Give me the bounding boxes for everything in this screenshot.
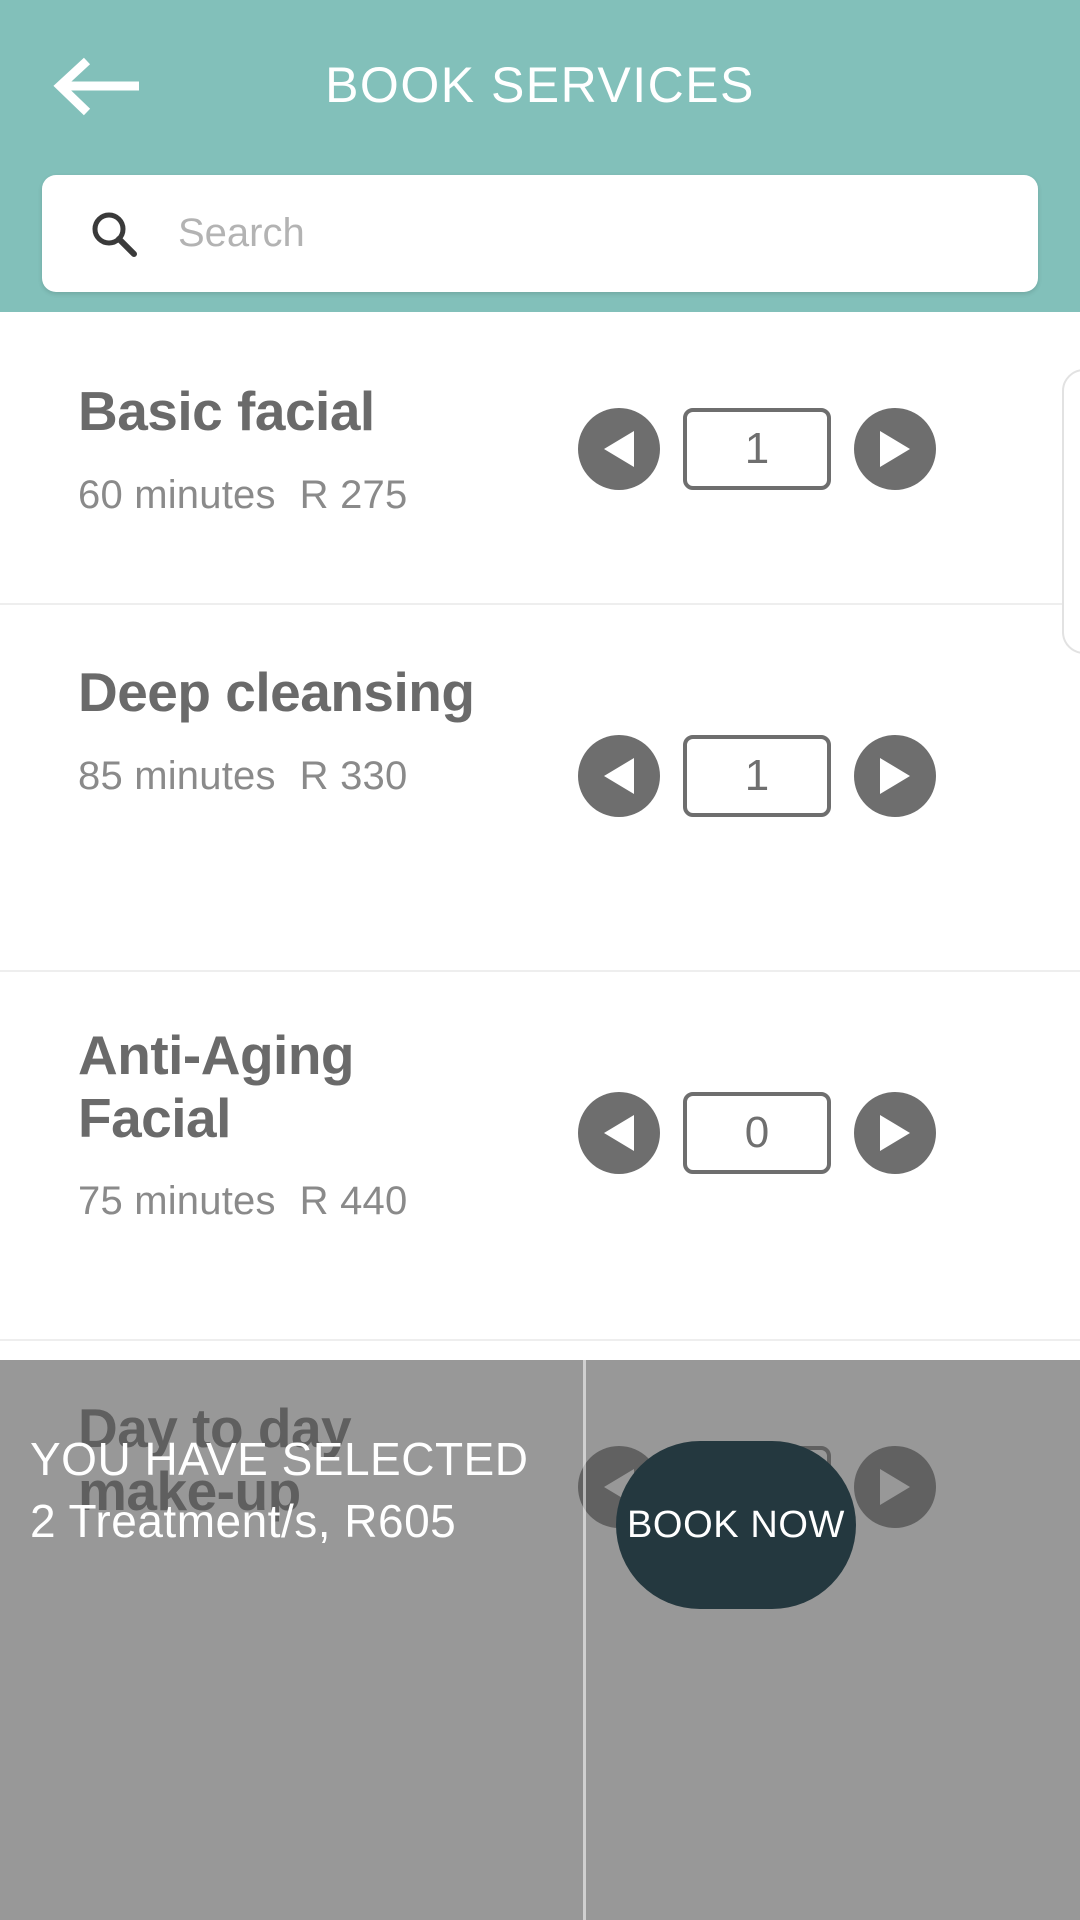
service-price: R 440 xyxy=(299,1179,408,1224)
bottom-bar-divider xyxy=(583,1360,586,1920)
quantity-stepper: 1 xyxy=(578,735,936,817)
triangle-right-icon xyxy=(878,1113,912,1153)
next-page-card-edge[interactable] xyxy=(1062,369,1080,654)
service-duration: 75 minutes xyxy=(78,1179,276,1224)
search-bar[interactable] xyxy=(42,175,1038,292)
service-info: Basic facial 60 minutes R 275 xyxy=(78,380,508,518)
triangle-left-icon xyxy=(602,429,636,469)
increment-button[interactable] xyxy=(854,408,936,490)
quantity-value[interactable]: 1 xyxy=(683,735,831,817)
triangle-left-icon xyxy=(602,756,636,796)
selection-summary-bar: YOU HAVE SELECTED 2 Treatment/s, R605 BO… xyxy=(0,1360,1080,1920)
quantity-stepper: 0 xyxy=(578,1092,936,1174)
decrement-button[interactable] xyxy=(578,408,660,490)
search-input[interactable] xyxy=(178,175,1008,292)
service-price: R 275 xyxy=(299,472,408,517)
selected-summary: 2 Treatment/s, R605 xyxy=(30,1495,457,1548)
quantity-value[interactable]: 1 xyxy=(683,408,831,490)
increment-button[interactable] xyxy=(854,735,936,817)
service-name: Anti-Aging Facial xyxy=(78,1024,355,1149)
triangle-right-icon xyxy=(878,429,912,469)
app-screen: Basic facial 60 minutes R 275 1 Deep cle… xyxy=(0,0,1080,1920)
service-meta: 60 minutes R 275 xyxy=(78,473,508,518)
service-info: Deep cleansing 85 minutes R 330 xyxy=(78,661,508,799)
header-bar: BOOK SERVICES xyxy=(0,0,1080,170)
quantity-value[interactable]: 0 xyxy=(683,1092,831,1174)
triangle-left-icon xyxy=(602,1113,636,1153)
app-header: BOOK SERVICES xyxy=(0,0,1080,312)
search-icon xyxy=(88,208,140,260)
quantity-stepper: 1 xyxy=(578,408,936,490)
service-duration: 85 minutes xyxy=(78,753,276,798)
selection-summary: YOU HAVE SELECTED 2 Treatment/s, R605 xyxy=(30,1432,570,1549)
service-info: Anti-Aging Facial 75 minutes R 440 xyxy=(78,1024,508,1224)
service-price: R 330 xyxy=(299,753,408,798)
decrement-button[interactable] xyxy=(578,1092,660,1174)
service-name: Deep cleansing xyxy=(78,661,475,723)
decrement-button[interactable] xyxy=(578,735,660,817)
service-duration: 60 minutes xyxy=(78,472,276,517)
book-now-button[interactable]: BOOK NOW xyxy=(616,1441,856,1609)
service-meta: 85 minutes R 330 xyxy=(78,754,508,799)
service-row[interactable]: Anti-Aging Facial 75 minutes R 440 0 xyxy=(0,972,1080,1341)
increment-button[interactable] xyxy=(854,1092,936,1174)
page-title: BOOK SERVICES xyxy=(325,57,755,113)
service-row[interactable]: Basic facial 60 minutes R 275 1 xyxy=(0,312,1080,605)
service-row[interactable]: Deep cleansing 85 minutes R 330 1 xyxy=(0,605,1080,972)
triangle-right-icon xyxy=(878,756,912,796)
service-meta: 75 minutes R 440 xyxy=(78,1179,508,1224)
selected-label: YOU HAVE SELECTED xyxy=(30,1433,529,1485)
service-name: Basic facial xyxy=(78,380,375,442)
